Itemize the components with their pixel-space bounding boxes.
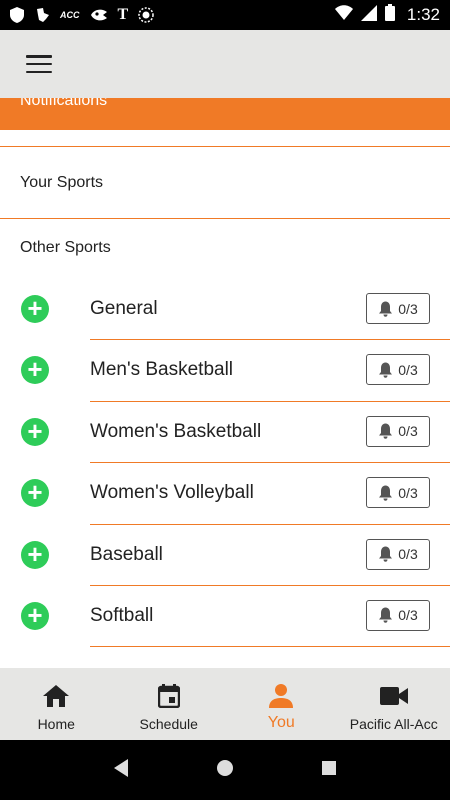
sport-row-womens-basketball: + Women's Basketball 0/3 [0, 402, 450, 464]
notification-settings-button[interactable]: 0/3 [366, 354, 430, 386]
add-sport-button[interactable]: + [21, 538, 49, 569]
notification-count: 0/3 [398, 423, 418, 440]
add-sport-button[interactable]: + [21, 477, 49, 508]
nav-pacific-all-access[interactable]: Pacific All-Acc [338, 668, 450, 740]
plus-icon: + [27, 538, 43, 569]
circle-logo-icon [138, 7, 154, 23]
notification-settings-button[interactable]: 0/3 [366, 477, 430, 509]
plus-icon: + [27, 354, 43, 385]
nav-you[interactable]: You [225, 668, 338, 740]
bird-icon [34, 7, 50, 23]
acc-logo-icon: ACC [60, 10, 80, 20]
notification-count: 0/3 [398, 361, 418, 378]
notification-count: 0/3 [398, 607, 418, 624]
add-sport-button[interactable]: + [21, 415, 49, 446]
nav-label: Pacific All-Acc [349, 716, 438, 732]
notification-count: 0/3 [398, 300, 418, 317]
hawkeye-icon [90, 8, 108, 22]
home-circle-icon[interactable] [215, 758, 235, 783]
status-bar: ACC T 1:32 [0, 0, 450, 30]
sport-name: Baseball [90, 543, 163, 565]
shield-icon [10, 7, 24, 23]
home-icon [43, 682, 70, 710]
notification-count: 0/3 [398, 546, 418, 563]
other-sports-section: Other Sports [0, 219, 450, 277]
plus-icon: + [27, 599, 43, 630]
sport-name: Men's Basketball [90, 359, 234, 381]
bell-icon [379, 546, 393, 562]
sport-name: Women's Volleyball [90, 482, 254, 504]
bell-icon [379, 423, 393, 440]
nav-home[interactable]: Home [0, 668, 113, 740]
bell-icon [379, 607, 393, 624]
add-sport-button[interactable]: + [21, 295, 49, 323]
nav-label: Home [37, 716, 75, 732]
person-icon [269, 682, 294, 710]
add-sport-button[interactable]: + [21, 599, 49, 630]
clock: 1:32 [406, 5, 440, 24]
system-navigation-bar [0, 740, 450, 800]
video-camera-icon [379, 682, 408, 710]
t-logo-icon: T [117, 6, 129, 23]
hamburger-menu-icon[interactable] [24, 53, 54, 75]
your-sports-section: Your Sports [0, 146, 450, 219]
signal-icon [360, 4, 377, 26]
bottom-navigation: Home Schedule You Pacific All-Acc [0, 668, 450, 740]
notification-settings-button[interactable]: 0/3 [366, 538, 430, 570]
other-sports-label: Other Sports [20, 239, 111, 256]
app-bar [0, 30, 450, 98]
nav-label: You [267, 714, 295, 731]
plus-icon: + [27, 415, 43, 446]
recents-icon[interactable] [320, 759, 338, 782]
notification-settings-button[interactable]: 0/3 [366, 415, 430, 447]
bell-icon [379, 301, 393, 317]
sport-row-mens-basketball: + Men's Basketball 0/3 [0, 340, 450, 402]
notification-settings-button[interactable]: 0/3 [366, 599, 430, 631]
notification-icons: ACC T [10, 6, 154, 24]
sport-name: Women's Basketball [90, 420, 262, 442]
sport-row-baseball: + Baseball 0/3 [0, 525, 450, 586]
back-icon[interactable] [112, 758, 130, 783]
sport-name: General [90, 298, 158, 319]
nav-schedule[interactable]: Schedule [113, 668, 226, 740]
notification-settings-button[interactable]: 0/3 [366, 293, 430, 324]
plus-icon: + [27, 477, 43, 508]
sport-name: Softball [90, 604, 154, 626]
plus-icon: + [27, 293, 43, 323]
sports-list-container: Your Sports Other Sports + General 0/3 +… [0, 130, 450, 668]
sport-row-general: + General 0/3 [0, 279, 450, 341]
sport-row-softball: + Softball 0/3 [0, 586, 450, 648]
your-sports-label: Your Sports [20, 173, 104, 191]
sport-row-womens-volleyball: + Women's Volleyball 0/3 [0, 463, 450, 525]
bell-icon [379, 485, 393, 501]
nav-label: Schedule [139, 716, 198, 732]
row-divider [90, 646, 450, 648]
notification-count: 0/3 [398, 484, 418, 501]
wifi-icon [334, 4, 353, 26]
bell-icon [379, 362, 393, 378]
calendar-icon [157, 682, 180, 710]
add-sport-button[interactable]: + [21, 354, 49, 385]
battery-icon [384, 4, 395, 26]
